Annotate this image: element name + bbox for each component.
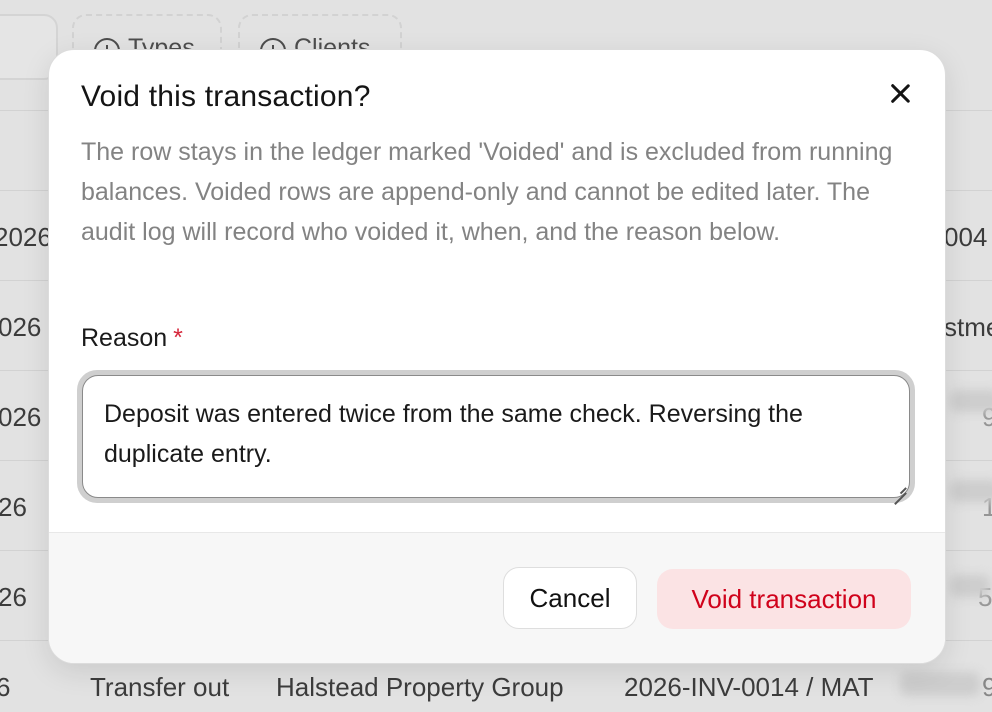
reason-textarea[interactable]: Deposit was entered twice from the same … [82,375,910,498]
resize-handle-icon[interactable] [892,480,906,494]
void-transaction-dialog: Void this transaction? The row stays in … [48,49,946,664]
dialog-description: The row stays in the ledger marked 'Void… [81,138,893,246]
close-icon[interactable] [885,78,915,108]
required-marker: * [173,324,183,352]
cancel-button[interactable]: Cancel [503,567,637,629]
reason-label-text: Reason [81,324,168,352]
void-transaction-button[interactable]: Void transaction [657,569,911,629]
reason-text: Deposit was entered twice from the same … [104,400,803,468]
reason-label: Reason * [81,324,183,353]
dialog-title: Void this transaction? [81,80,371,113]
